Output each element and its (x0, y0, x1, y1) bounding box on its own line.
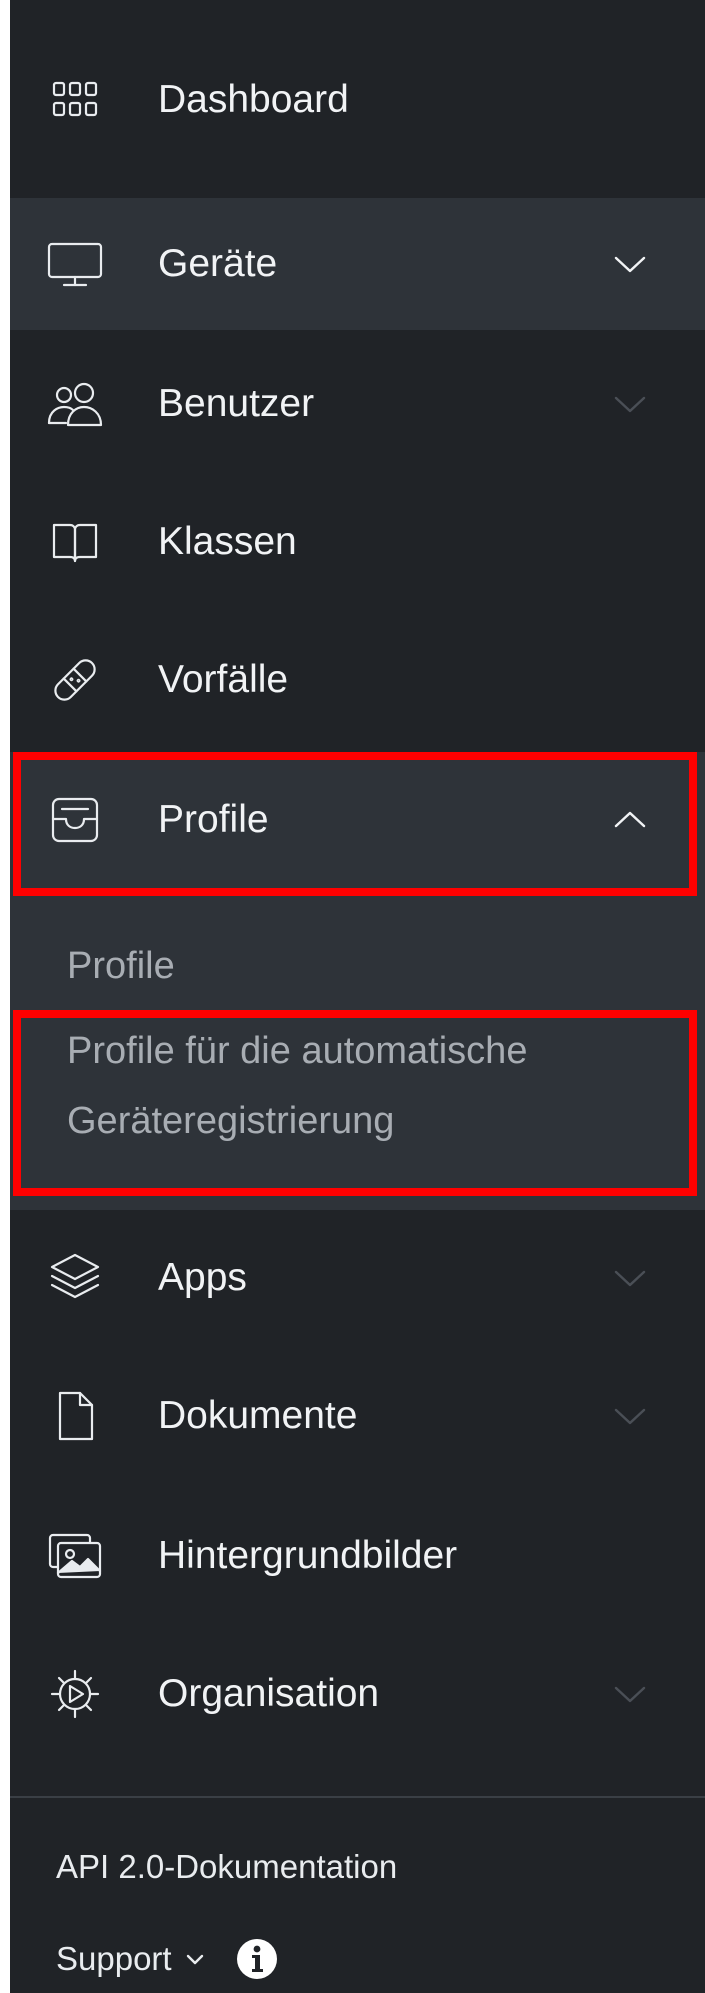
footer-divider (10, 1796, 705, 1798)
chevron-down-icon (184, 1948, 206, 1970)
layers-icon (46, 1249, 104, 1307)
grid-icon (46, 71, 104, 129)
api-docs-link[interactable]: API 2.0-Dokumentation (56, 1848, 397, 1886)
sidebar-item-organisation[interactable]: Organisation (10, 1628, 705, 1760)
sidebar-item-label: Dokumente (158, 1394, 358, 1437)
sidebar-item-label: Klassen (158, 520, 297, 563)
support-menu[interactable]: Support (56, 1934, 278, 1984)
submenu-item-auto-device-registration[interactable]: Profile für die automatische Geräteregis… (67, 1016, 627, 1156)
sidebar-item-profile[interactable]: Profile (10, 752, 705, 888)
sidebar-item-label: Benutzer (158, 382, 315, 425)
sidebar-item-dokumente[interactable]: Dokumente (10, 1350, 705, 1482)
sidebar-item-apps[interactable]: Apps (10, 1212, 705, 1344)
sidebar-item-benutzer[interactable]: Benutzer (10, 338, 705, 470)
chevron-up-icon[interactable] (610, 800, 650, 840)
info-icon[interactable] (236, 1938, 278, 1980)
sidebar-item-label: Organisation (158, 1672, 380, 1715)
sidebar-item-klassen[interactable]: Klassen (10, 476, 705, 608)
document-icon (46, 1387, 104, 1445)
profile-submenu: Profile Profile für die automatische Ger… (10, 888, 705, 1210)
book-icon (46, 513, 104, 571)
images-icon (46, 1527, 104, 1585)
sidebar-item-hintergrundbilder[interactable]: Hintergrundbilder (10, 1490, 705, 1622)
chevron-down-icon[interactable] (610, 1258, 650, 1298)
monitor-icon (46, 235, 104, 293)
chevron-down-icon[interactable] (610, 1396, 650, 1436)
submenu-item-profile[interactable]: Profile (67, 931, 175, 1001)
sidebar-item-label: Geräte (158, 242, 278, 285)
sidebar-item-label: Apps (158, 1256, 247, 1299)
chevron-down-icon[interactable] (610, 1674, 650, 1714)
sidebar-item-geraete[interactable]: Geräte (10, 198, 705, 330)
support-label: Support (56, 1940, 172, 1977)
sidebar-item-label: Vorfälle (158, 658, 289, 701)
bandage-icon (46, 651, 104, 709)
sidebar-item-vorfaelle[interactable]: Vorfälle (10, 614, 705, 746)
sidebar-item-label: Dashboard (158, 78, 349, 121)
users-icon (46, 375, 104, 433)
sidebar-item-label: Profile (158, 798, 269, 841)
chevron-down-icon[interactable] (610, 244, 650, 284)
inbox-icon (46, 791, 104, 849)
sidebar-item-dashboard[interactable]: Dashboard (10, 34, 705, 166)
sidebar-item-label: Hintergrundbilder (158, 1534, 458, 1577)
settings-icon (46, 1665, 104, 1723)
chevron-down-icon[interactable] (610, 384, 650, 424)
sidebar: Dashboard Geräte Benutzer Klassen Vorfäl… (10, 0, 705, 1993)
